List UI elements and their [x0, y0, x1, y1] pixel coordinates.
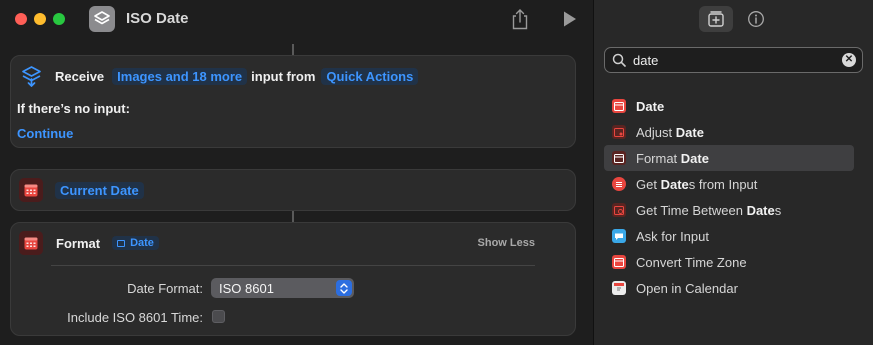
title-bar: ISO Date [0, 0, 593, 38]
share-icon[interactable] [510, 8, 530, 30]
date-format-label: Date Format: [127, 281, 203, 296]
input-from-label: input from [251, 68, 316, 84]
chevron-up-down-icon [336, 280, 352, 296]
action-result-item[interactable]: Get Time Between Dates [604, 197, 854, 223]
result-text-match: Date [746, 202, 775, 218]
input-source-token[interactable]: Quick Actions [321, 67, 419, 85]
action-result-item[interactable]: Format Date [604, 145, 854, 171]
search-input[interactable]: date [633, 53, 658, 68]
result-text-match: Date [636, 98, 665, 114]
format-row: Format Date [19, 231, 159, 255]
format-date-action-card[interactable]: Format Date Show Less Date Format: ISO 8… [10, 222, 576, 336]
receive-label: Receive [55, 68, 105, 84]
chat-bubble-icon [612, 229, 626, 243]
result-text-pre: Get [636, 176, 661, 192]
divider [51, 265, 535, 266]
search-icon [612, 53, 626, 72]
result-text-pre: Get Time Between [636, 202, 747, 218]
calendar-clock-icon [612, 203, 626, 217]
calendar-icon [19, 231, 43, 255]
action-result-item[interactable]: Ask for Input [604, 223, 854, 249]
result-text-pre: Convert Time Zone [636, 254, 747, 270]
info-icon [747, 10, 765, 28]
show-less-button[interactable]: Show Less [478, 237, 535, 249]
no-input-label: If there’s no input: [17, 101, 130, 116]
format-label: Format [56, 235, 101, 251]
result-text-match: Date [675, 124, 704, 140]
action-result-item[interactable]: Open in Calendar [604, 275, 854, 301]
date-variable-label: Date [130, 237, 154, 249]
result-text-post: s [774, 202, 782, 218]
workflow-editor: ISO Date Receive Images and 18 more inpu… [0, 0, 593, 345]
include-time-label: Include ISO 8601 Time: [67, 310, 203, 325]
action-library-sidebar: date ✕ Date Adjust Date Format Date Get Dat… [593, 0, 873, 345]
shortcuts-icon[interactable] [89, 6, 115, 32]
action-result-item[interactable]: Get Dates from Input [604, 171, 854, 197]
action-result-label: Get Time Between Dates [636, 203, 781, 218]
result-text-pre: Adjust [636, 124, 676, 140]
result-text-pre: Ask for Input [636, 228, 709, 244]
current-date-row: Current Date [19, 178, 144, 202]
shortcut-input-icon [21, 65, 42, 87]
library-add-icon [707, 10, 725, 28]
action-result-label: Convert Time Zone [636, 255, 747, 270]
flow-connector [292, 44, 294, 55]
window-title: ISO Date [126, 10, 189, 27]
calendar-small-icon [117, 239, 126, 247]
action-result-item[interactable]: Convert Time Zone [604, 249, 854, 275]
action-result-label: Open in Calendar [636, 281, 738, 296]
action-result-label: Adjust Date [636, 125, 704, 140]
calendar-icon [19, 178, 43, 202]
date-format-value: ISO 8601 [219, 280, 274, 296]
clear-search-icon[interactable]: ✕ [842, 53, 856, 67]
action-result-label: Format Date [636, 151, 709, 166]
action-result-label: Get Dates from Input [636, 177, 757, 192]
result-text-pre: Open in Calendar [636, 280, 738, 296]
result-text-match: Date [660, 176, 689, 192]
minimize-window-button[interactable] [34, 13, 46, 25]
adjust-calendar-icon [612, 125, 626, 139]
action-search-field[interactable]: date ✕ [604, 47, 863, 73]
flow-connector [292, 211, 294, 222]
list-icon [612, 177, 626, 191]
action-result-item[interactable]: Date [604, 93, 854, 119]
details-tab[interactable] [739, 6, 773, 32]
receive-row: Receive Images and 18 more input from Qu… [21, 65, 419, 87]
calendar-icon [612, 255, 626, 269]
current-date-token[interactable]: Current Date [55, 181, 144, 199]
result-text-post: s from Input [688, 176, 758, 192]
close-window-button[interactable] [15, 13, 27, 25]
current-date-action-card[interactable]: Current Date [10, 169, 576, 211]
no-input-row: Continue [17, 125, 73, 142]
search-results-list: Date Adjust Date Format Date Get Dates from… [604, 93, 854, 301]
zoom-window-button[interactable] [53, 13, 65, 25]
input-types-token[interactable]: Images and 18 more [112, 67, 248, 85]
receive-action-card[interactable]: Receive Images and 18 more input from Qu… [10, 55, 576, 148]
date-format-select[interactable]: ISO 8601 [211, 278, 354, 298]
calendar-app-icon [612, 281, 626, 295]
calendar-icon [612, 99, 626, 113]
action-result-label: Ask for Input [636, 229, 709, 244]
run-icon[interactable] [562, 10, 578, 28]
include-time-checkbox[interactable] [212, 310, 225, 323]
result-text-pre: Format [636, 150, 681, 166]
action-library-tab[interactable] [699, 6, 733, 32]
action-result-label: Date [636, 99, 664, 114]
calendar-icon [612, 151, 626, 165]
action-result-item[interactable]: Adjust Date [604, 119, 854, 145]
no-input-action-token[interactable]: Continue [17, 125, 73, 142]
result-text-match: Date [680, 150, 709, 166]
date-variable-token[interactable]: Date [112, 236, 159, 250]
